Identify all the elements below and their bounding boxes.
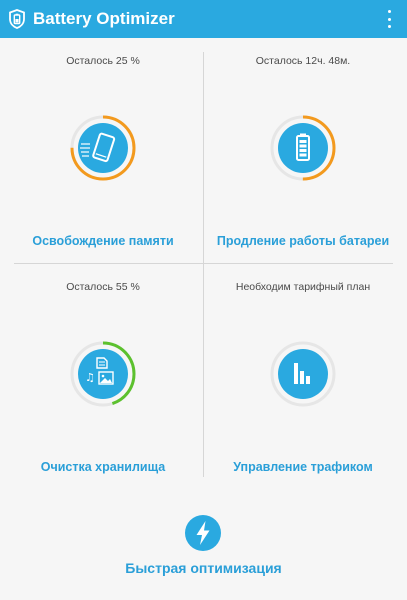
tile-status: Необходим тарифный план bbox=[235, 281, 371, 293]
tile-traffic-control[interactable]: Необходим тарифный план Управление трафи… bbox=[208, 276, 398, 476]
svg-text:♫: ♫ bbox=[85, 371, 95, 384]
more-vert-icon[interactable] bbox=[385, 10, 393, 28]
traffic-ring bbox=[270, 341, 336, 407]
grid-divider-vertical bbox=[203, 52, 204, 477]
tile-label: Освобождение памяти bbox=[32, 234, 174, 248]
tile-storage-cleanup[interactable]: Осталось 55 % ♫ Очистка хранилища bbox=[8, 276, 198, 476]
battery-progress-ring bbox=[270, 115, 336, 181]
tile-status: Осталось 12ч. 48м. bbox=[255, 55, 351, 67]
lightning-icon bbox=[185, 515, 221, 551]
tile-status: Осталось 25 % bbox=[66, 55, 140, 67]
storage-progress-ring: ♫ bbox=[70, 341, 136, 407]
tile-status: Осталось 55 % bbox=[66, 281, 140, 293]
app-title: Battery Optimizer bbox=[33, 9, 175, 28]
battery-shield-icon bbox=[9, 9, 25, 29]
tile-memory-cleanup[interactable]: Осталось 25 % Освобождение памяти bbox=[8, 50, 198, 260]
tile-battery-extend[interactable]: Осталось 12ч. 48м. Продление работы бата… bbox=[208, 50, 398, 260]
quick-optimize-label: Быстрая оптимизация bbox=[125, 560, 282, 576]
tile-label: Управление трафиком bbox=[233, 460, 373, 474]
tile-label: Очистка хранилища bbox=[40, 460, 166, 474]
grid-divider-horizontal bbox=[14, 263, 393, 264]
tile-label: Продление работы батареи bbox=[216, 234, 390, 248]
quick-optimize-button[interactable]: Быстрая оптимизация bbox=[0, 510, 407, 590]
app-bar: Battery Optimizer bbox=[0, 0, 407, 38]
memory-progress-ring bbox=[70, 115, 136, 181]
